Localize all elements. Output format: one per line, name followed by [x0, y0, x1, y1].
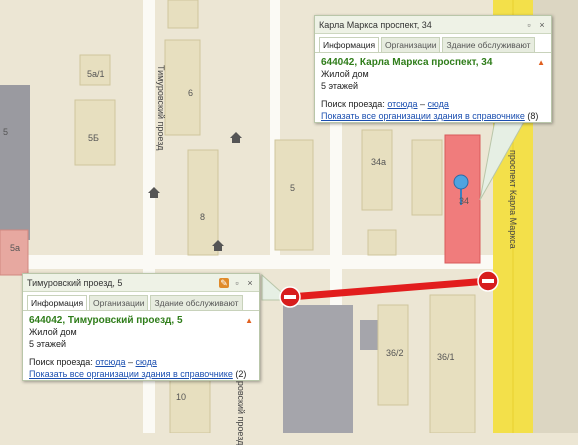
building-34a-2 — [411, 139, 443, 216]
building-6 — [164, 39, 201, 136]
building-label: 5 — [3, 127, 9, 137]
popup-building-34: Карла Маркса проспект, 34 ▫ × Информация… — [314, 15, 552, 123]
popup-floors: 5 этажей — [321, 81, 358, 91]
close-icon[interactable]: × — [245, 278, 255, 288]
warning-icon: ▲ — [537, 58, 545, 67]
tab-organizations[interactable]: Организации — [89, 295, 149, 310]
popup-building-type: Жилой дом — [321, 69, 369, 79]
route-search-label: Поиск проезда: — [29, 357, 93, 367]
show-organizations-link[interactable]: Показать все организации здания в справо… — [321, 111, 525, 121]
tab-building-services[interactable]: Здание обслуживают — [442, 37, 535, 52]
minimize-icon[interactable]: ▫ — [524, 20, 534, 30]
route-to-link[interactable]: сюда — [428, 99, 449, 109]
popup-address: 644042, Карла Маркса проспект, 34 — [321, 57, 493, 68]
block-grey-left — [0, 85, 30, 240]
show-organizations-link[interactable]: Показать все организации здания в справо… — [29, 369, 233, 379]
route-to-link[interactable]: сюда — [136, 357, 157, 367]
organizations-count: (8) — [527, 111, 539, 121]
building-label: 5Б — [88, 133, 99, 143]
tab-organizations[interactable]: Организации — [381, 37, 441, 52]
route-from-link[interactable]: отсюда — [387, 99, 417, 109]
building-36-1 — [429, 294, 476, 433]
route-search-label: Поиск проезда: — [321, 99, 385, 109]
street-cross — [0, 255, 578, 269]
popup-title: Тимуровский проезд, 5 — [27, 277, 123, 288]
block-grey-bottom — [283, 305, 353, 433]
location-pin-icon[interactable] — [453, 174, 469, 190]
building-top — [167, 0, 199, 29]
popup-floors: 5 этажей — [29, 339, 66, 349]
building-label: 34а — [371, 157, 387, 167]
building-label: 5 — [290, 183, 296, 193]
tab-info[interactable]: Информация — [27, 295, 88, 310]
popup-building-type: Жилой дом — [29, 327, 77, 337]
building-label: 5а/1 — [87, 69, 105, 79]
popup-address: 644042, Тимуровский проезд, 5 — [29, 315, 183, 326]
building-label: 10 — [176, 392, 187, 402]
popup-titlebar: Карла Маркса проспект, 34 ▫ × — [315, 16, 551, 34]
popup-timurovsky-5: Тимуровский проезд, 5 ✎ ▫ × Информация О… — [22, 273, 260, 381]
popup-titlebar: Тимуровский проезд, 5 ✎ ▫ × — [23, 274, 259, 292]
route-start-bar — [284, 295, 296, 299]
organizations-count: (2) — [235, 369, 247, 379]
building-label: 34 — [459, 196, 470, 206]
street-label-timurovsky: Тимуровский проезд — [156, 65, 166, 151]
tab-info[interactable]: Информация — [319, 37, 380, 52]
edit-icon[interactable]: ✎ — [219, 277, 229, 288]
popup-tabs: Информация Организации Здание обслуживаю… — [23, 292, 259, 311]
popup-tabs: Информация Организации Здание обслуживаю… — [315, 34, 551, 53]
building-8 — [187, 149, 219, 256]
building-label: 6 — [188, 88, 194, 98]
building-label: 36/1 — [437, 352, 455, 362]
route-separator: – — [128, 357, 134, 367]
tab-building-services[interactable]: Здание обслуживают — [150, 295, 243, 310]
building-label: 5а — [10, 243, 21, 253]
warning-icon: ▲ — [245, 316, 253, 325]
building-label: 36/2 — [386, 348, 404, 358]
route-from-link[interactable]: отсюда — [95, 357, 125, 367]
close-icon[interactable]: × — [537, 20, 547, 30]
route-separator: – — [420, 99, 426, 109]
route-end-bar — [482, 279, 494, 283]
building-5 — [274, 139, 314, 251]
building-label: 8 — [200, 212, 206, 222]
popup-title: Карла Маркса проспект, 34 — [319, 19, 432, 30]
building-34a — [361, 129, 393, 211]
minimize-icon[interactable]: ▫ — [232, 278, 242, 288]
street-label-karla-marksa: проспект Карла Маркса — [508, 150, 518, 249]
building-small — [367, 229, 397, 256]
